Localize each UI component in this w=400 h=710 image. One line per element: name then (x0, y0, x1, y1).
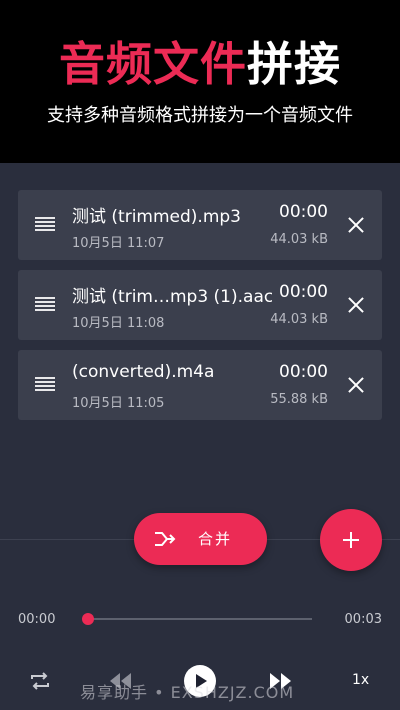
seek-bar[interactable] (82, 613, 312, 625)
file-name: 测试 (trimmed).mp3 (72, 207, 241, 227)
file-date: 10月5日 11:08 (72, 316, 165, 331)
merge-label: 合并 (198, 530, 233, 548)
drag-handle-icon[interactable] (35, 217, 55, 233)
file-date: 10月5日 11:07 (72, 236, 165, 251)
player-controls: 1x 易享助手 • EXSHZJZ.COM (0, 660, 400, 706)
title-plain: 拼接 (247, 37, 341, 91)
drag-handle-icon[interactable] (35, 297, 55, 313)
file-date: 10月5日 11:05 (72, 396, 165, 411)
add-file-button[interactable] (320, 509, 382, 571)
playback-speed-button[interactable]: 1x (352, 672, 369, 688)
file-item[interactable]: (converted).m4a 10月5日 11:05 00:00 55.88 … (18, 350, 382, 420)
current-time: 00:00 (18, 612, 56, 627)
file-name: 测试 (trim…mp3 (1).aac (72, 287, 272, 307)
remove-file-button[interactable] (344, 373, 368, 397)
remove-file-button[interactable] (344, 213, 368, 237)
file-item[interactable]: 测试 (trimmed).mp3 10月5日 11:07 00:00 44.03… (18, 190, 382, 260)
seek-thumb[interactable] (82, 613, 94, 625)
total-time: 00:03 (344, 612, 382, 627)
file-duration: 00:00 (279, 202, 328, 222)
merge-button[interactable]: 合并 (134, 513, 267, 565)
drag-handle-icon[interactable] (35, 377, 55, 393)
header: 音频文件拼接 支持多种音频格式拼接为一个音频文件 (0, 0, 400, 163)
file-duration: 00:00 (279, 362, 328, 382)
file-size: 44.03 kB (270, 232, 328, 247)
file-size: 44.03 kB (270, 312, 328, 327)
merge-arrows-icon (155, 532, 176, 546)
file-item[interactable]: 测试 (trim…mp3 (1).aac 10月5日 11:08 00:00 4… (18, 270, 382, 340)
page-subtitle: 支持多种音频格式拼接为一个音频文件 (47, 105, 353, 126)
watermark: 易享助手 • EXSHZJZ.COM (80, 683, 295, 702)
file-list: 测试 (trimmed).mp3 10月5日 11:07 00:00 44.03… (18, 190, 382, 430)
remove-file-button[interactable] (344, 293, 368, 317)
title-accent: 音频文件 (59, 37, 247, 91)
file-duration: 00:00 (279, 282, 328, 302)
repeat-icon[interactable] (28, 669, 52, 693)
page-title: 音频文件拼接 (0, 36, 400, 92)
file-name: (converted).m4a (72, 362, 215, 382)
file-size: 55.88 kB (270, 392, 328, 407)
